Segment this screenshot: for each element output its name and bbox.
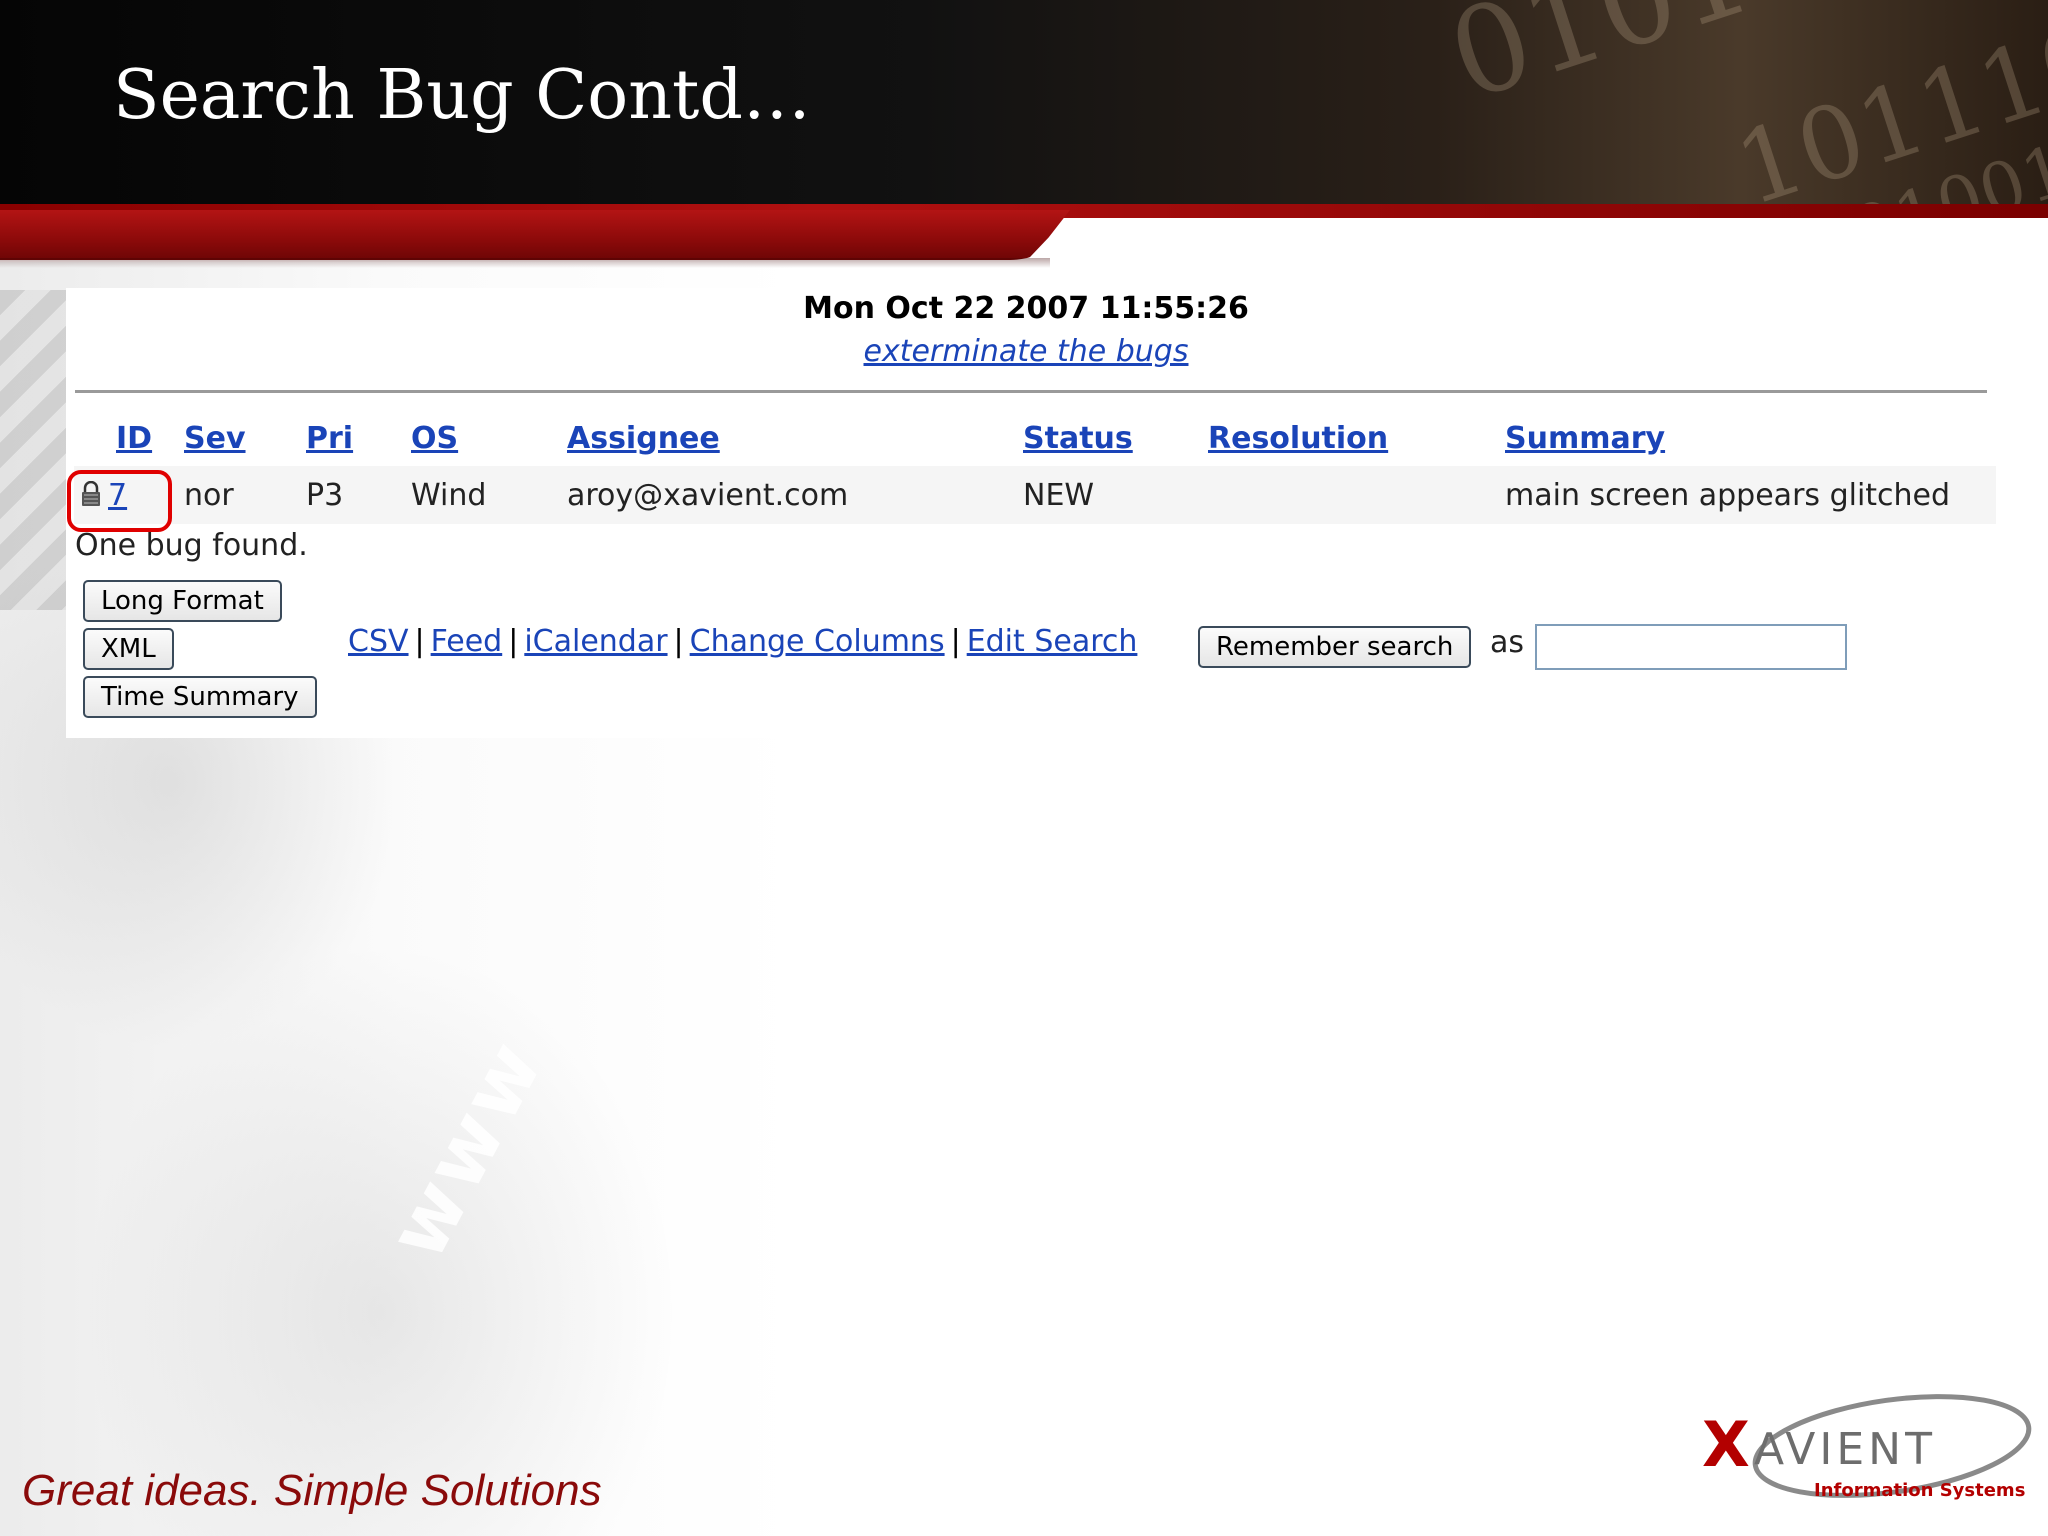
result-count-text: One bug found. <box>75 528 308 563</box>
column-header-resolution[interactable]: Resolution <box>1208 410 1505 466</box>
binary-pattern-decoration: 0101 10111010 010011 <box>1433 0 2048 206</box>
export-links: CSV | Feed | iCalendar | Change Columns | Edit S… <box>348 624 1137 659</box>
results-subtitle: exterminate the bugs <box>66 332 1986 372</box>
table-header-row: ID Sev Pri OS Assignee Status Resolution… <box>74 410 1996 466</box>
link-separator: | <box>414 624 425 659</box>
svg-text:Information Systems: Information Systems <box>1814 1480 2025 1501</box>
column-header-os[interactable]: OS <box>411 410 567 466</box>
bug-os: Wind <box>411 466 567 524</box>
feed-link[interactable]: Feed <box>431 624 503 659</box>
as-label: as <box>1490 625 1525 660</box>
results-timestamp: Mon Oct 22 2007 11:55:26 <box>803 291 1249 326</box>
column-header-summary[interactable]: Summary <box>1505 410 1996 466</box>
bug-assignee: aroy@xavient.com <box>567 466 1023 524</box>
link-separator: | <box>673 624 684 659</box>
remember-search-button[interactable]: Remember search <box>1198 626 1472 668</box>
bug-resolution <box>1208 466 1505 524</box>
bug-list-table: ID Sev Pri OS Assignee Status Resolution… <box>74 410 1996 524</box>
column-header-status[interactable]: Status <box>1023 410 1208 466</box>
bug-id-highlight-annotation <box>67 470 172 532</box>
bug-status: NEW <box>1023 466 1208 524</box>
svg-text:X: X <box>1702 1408 1750 1481</box>
subtitle-link[interactable]: exterminate the bugs <box>864 334 1189 369</box>
long-format-button[interactable]: Long Format <box>83 580 282 622</box>
change-columns-link[interactable]: Change Columns <box>690 624 945 659</box>
link-separator: | <box>950 624 961 659</box>
time-summary-button[interactable]: Time Summary <box>83 676 317 718</box>
icalendar-link[interactable]: iCalendar <box>524 624 667 659</box>
csv-link[interactable]: CSV <box>348 624 409 659</box>
red-swoosh-decoration <box>0 210 1070 260</box>
tagline: Great ideas. Simple Solutions <box>22 1466 602 1515</box>
column-header-sev[interactable]: Sev <box>184 410 306 466</box>
table-row[interactable]: 7 nor P3 Wind aroy@xavient.com NEW main … <box>74 466 1996 524</box>
search-name-input[interactable] <box>1535 624 1847 670</box>
edit-search-link[interactable]: Edit Search <box>967 624 1138 659</box>
slide-title: Search Bug Contd… <box>113 56 811 135</box>
bug-priority: P3 <box>306 466 411 524</box>
xml-button[interactable]: XML <box>83 628 174 670</box>
bug-severity: nor <box>184 466 306 524</box>
link-separator: | <box>508 624 519 659</box>
column-header-assignee[interactable]: Assignee <box>567 410 1023 466</box>
bugzilla-search-results: Mon Oct 22 2007 11:55:26 exterminate the… <box>66 288 1996 738</box>
column-header-pri[interactable]: Pri <box>306 410 411 466</box>
bug-summary: main screen appears glitched <box>1505 466 1996 524</box>
column-header-id[interactable]: ID <box>74 410 184 466</box>
svg-text:AVIENT: AVIENT <box>1754 1424 1936 1475</box>
horizontal-rule <box>75 390 1987 393</box>
xavient-logo: X AVIENT Information Systems <box>1702 1394 2032 1501</box>
